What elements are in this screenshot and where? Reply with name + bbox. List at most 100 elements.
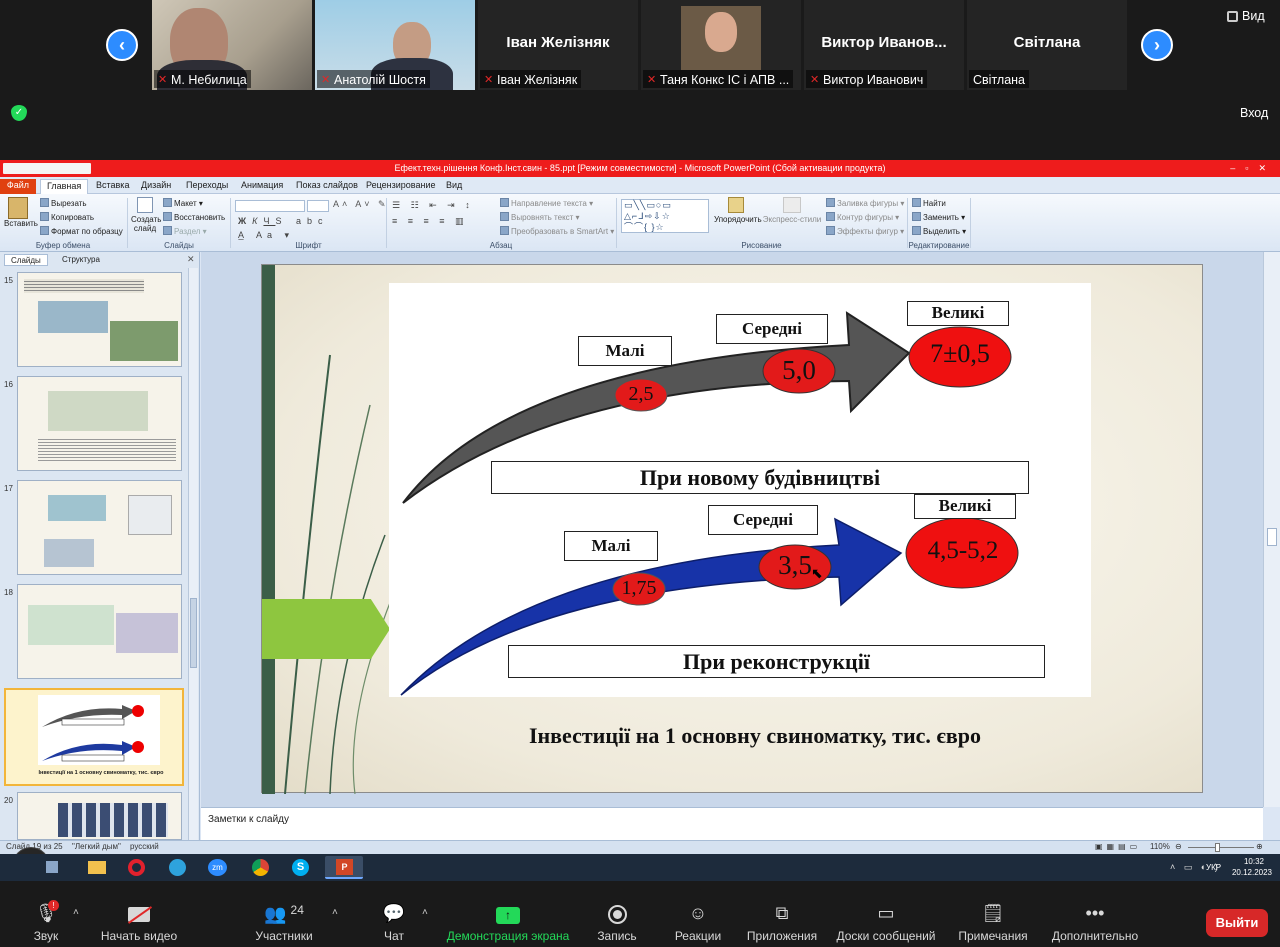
share-screen-button[interactable]: ↑ Демонстрация экрана: [443, 903, 573, 943]
chrome-icon[interactable]: [245, 856, 277, 879]
align-buttons[interactable]: ≡ ≡ ≡ ≡ ▥: [392, 216, 468, 227]
font-size-select[interactable]: [307, 200, 329, 212]
shape-fill-button[interactable]: Заливка фигуры ▾: [826, 198, 904, 208]
font-style-buttons[interactable]: ЖКЧS abc: [238, 216, 328, 226]
zoom-in-icon[interactable]: ⊕: [1256, 842, 1263, 851]
participant-tile[interactable]: Світлана Світлана: [967, 0, 1127, 90]
powerpoint-taskbar-icon[interactable]: P: [325, 856, 363, 879]
notes-pane[interactable]: Заметки к слайду: [201, 807, 1263, 840]
layout-icon: [163, 198, 172, 207]
participant-tile[interactable]: Іван Желізняк ✕ Іван Желізняк: [478, 0, 638, 90]
keyboard-language[interactable]: УКР: [1206, 863, 1221, 872]
value-small-recon: 1,75: [621, 577, 657, 599]
view-button[interactable]: Вид: [1227, 9, 1265, 23]
whiteboards-button[interactable]: ▭ Доски сообщений: [826, 903, 946, 943]
text-direction-button[interactable]: Направление текста ▾: [500, 198, 593, 208]
slide-number: 15: [4, 276, 13, 285]
participant-tile[interactable]: ✕ Таня Конкс ІС і АПВ ...: [641, 0, 801, 90]
taskbar-app-icon[interactable]: [44, 856, 60, 879]
new-slide-icon: [137, 197, 153, 213]
tab-view[interactable]: Вид: [440, 179, 468, 194]
next-page-button[interactable]: ›: [1141, 29, 1173, 61]
enter-button[interactable]: Вход: [1240, 106, 1268, 120]
tab-review[interactable]: Рецензирование: [360, 179, 442, 194]
slide-thumbnail-19[interactable]: Інвестиції на 1 основну свиноматку, тис.…: [4, 688, 184, 786]
telegram-icon[interactable]: [162, 856, 194, 879]
format-painter-button[interactable]: Формат по образцу: [40, 226, 123, 236]
arrange-button[interactable]: Упорядочить: [714, 197, 762, 224]
font-name-select[interactable]: [235, 200, 305, 212]
reset-button[interactable]: Восстановить: [163, 212, 225, 222]
chat-options-chevron-icon[interactable]: ˄: [422, 907, 428, 918]
zoom-app-icon[interactable]: zm: [201, 856, 233, 879]
paste-button[interactable]: Вставить: [4, 197, 38, 228]
opera-icon[interactable]: [121, 856, 153, 879]
reactions-button[interactable]: ☺ Реакции: [653, 903, 743, 943]
participants-button[interactable]: 👥 24 Участники: [239, 903, 329, 943]
participant-tile[interactable]: ✕ М. Небилица: [152, 0, 312, 90]
layout-button[interactable]: Макет ▾: [163, 198, 203, 208]
leave-button[interactable]: Выйти: [1206, 909, 1268, 937]
slide-thumbnail-18[interactable]: [17, 584, 182, 679]
tab-outline[interactable]: Структура: [56, 254, 106, 266]
replace-button[interactable]: Заменить ▾: [912, 212, 965, 222]
tab-slides[interactable]: Слайды: [4, 254, 48, 266]
new-slide-button[interactable]: Создать слайд: [131, 197, 161, 233]
zoom-level: 110%: [1150, 842, 1170, 851]
view-buttons[interactable]: ▣▦▤▭: [1095, 842, 1141, 851]
smartart-button[interactable]: Преобразовать в SmartArt ▾: [500, 226, 614, 236]
participant-tile[interactable]: ✕ Анатолій Шостя: [315, 0, 475, 90]
tab-slideshow[interactable]: Показ слайдов: [290, 179, 364, 194]
tab-insert[interactable]: Вставка: [90, 179, 135, 194]
slide-thumbnail-17[interactable]: [17, 480, 182, 575]
find-button[interactable]: Найти: [912, 198, 946, 208]
more-button[interactable]: ••• Дополнительно: [1040, 903, 1150, 943]
shapes-gallery[interactable]: ▭╲╲▭○▭ △⌐ᒧ⇨⇩☆ ⌒⌒{ }☆: [621, 199, 709, 233]
shape-effects-button[interactable]: Эффекты фигур ▾: [826, 226, 904, 236]
align-text-button[interactable]: Выровнять текст ▾: [500, 212, 580, 222]
cut-button[interactable]: Вырезать: [40, 198, 87, 208]
font-color-buttons[interactable]: A̲ Aa ▾: [238, 230, 294, 241]
zoom-slider[interactable]: [1188, 847, 1254, 848]
quick-access-toolbar[interactable]: [3, 163, 91, 174]
select-button[interactable]: Выделить ▾: [912, 226, 966, 236]
participants-options-chevron-icon[interactable]: ˄: [332, 907, 338, 918]
quick-styles-button[interactable]: Экспресс-стили: [762, 197, 822, 224]
notes-button[interactable]: 🗒 Примечания: [948, 903, 1038, 943]
arrange-icon: [728, 197, 744, 213]
label-large-new: Великі: [907, 301, 1009, 326]
close-panel-icon[interactable]: ✕: [187, 254, 195, 265]
start-video-button[interactable]: Начать видео: [94, 903, 184, 943]
audio-options-chevron-icon[interactable]: ˄: [73, 907, 79, 918]
tab-transitions[interactable]: Переходы: [180, 179, 234, 194]
tab-home[interactable]: Главная: [40, 179, 89, 194]
security-shield-icon[interactable]: ✓: [11, 105, 27, 121]
panel-scrollbar[interactable]: [188, 268, 198, 840]
tab-animation[interactable]: Анимация: [235, 179, 289, 194]
shape-outline-button[interactable]: Контур фигуры ▾: [826, 212, 899, 222]
font-size-grow-shrink[interactable]: A˄ A˅ ✎: [333, 199, 389, 210]
slide-thumbnail-16[interactable]: [17, 376, 182, 471]
tab-file[interactable]: Файл: [0, 179, 36, 194]
skype-icon[interactable]: S: [285, 856, 317, 879]
zoom-slider-thumb[interactable]: [1215, 843, 1220, 852]
clock-date[interactable]: 20.12.2023: [1228, 868, 1276, 877]
participant-name: Виктор Иванович: [823, 72, 924, 87]
chevron-left-icon: ‹: [119, 34, 125, 55]
slide-thumbnail-15[interactable]: [17, 272, 182, 367]
zoom-out-icon[interactable]: ⊖: [1175, 842, 1182, 851]
current-slide[interactable]: Малі Середні Великі 2,5 5,0 7±0,5 При но…: [261, 264, 1203, 794]
slide-thumbnail-20[interactable]: [17, 792, 182, 840]
clock-time[interactable]: 10:32: [1232, 857, 1276, 866]
section-button[interactable]: Раздел ▾: [163, 226, 207, 236]
tab-design[interactable]: Дизайн: [135, 179, 177, 194]
participant-label: ✕ М. Небилица: [154, 70, 251, 88]
copy-button[interactable]: Копировать: [40, 212, 94, 222]
record-button[interactable]: Запись: [572, 903, 662, 943]
participant-tile[interactable]: Виктор Иванов... ✕ Виктор Иванович: [804, 0, 964, 90]
list-buttons[interactable]: ☰ ☷ ⇤ ⇥ ↕: [392, 200, 474, 211]
apps-button[interactable]: ⧉ Приложения: [737, 903, 827, 943]
slide-scrollbar[interactable]: [1263, 252, 1280, 807]
prev-page-button[interactable]: ‹: [106, 29, 138, 61]
file-explorer-icon[interactable]: [80, 856, 112, 879]
